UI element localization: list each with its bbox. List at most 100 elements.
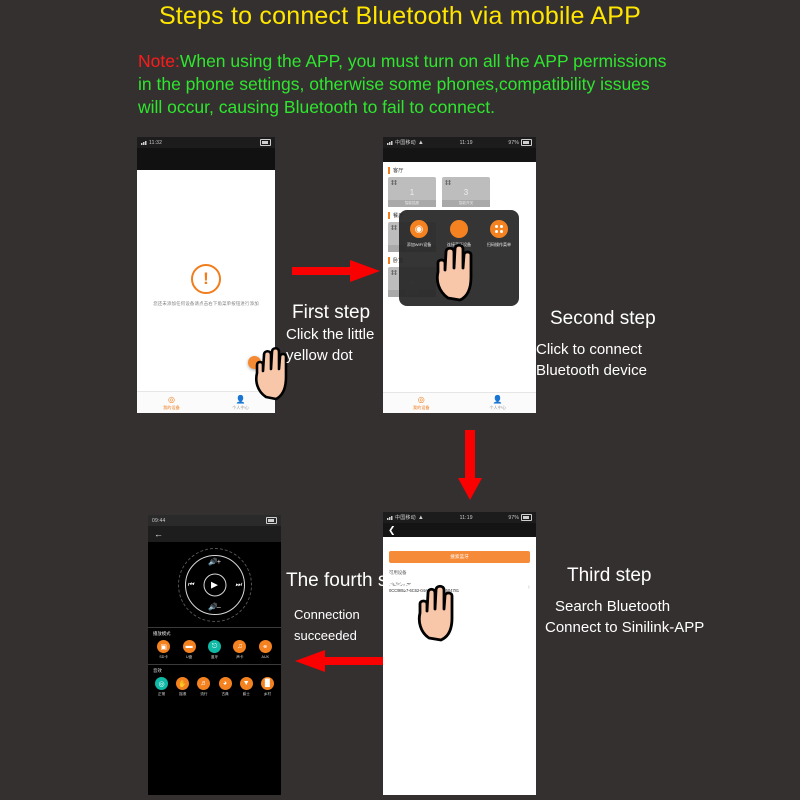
phone1-status-time: 11:32	[149, 139, 163, 146]
carrier-label: 中国移动	[395, 140, 416, 146]
sound-effect-normal[interactable]: ◎ 正常	[153, 677, 170, 697]
phone-screen-step4: 09:44 ← 🔊+ 🔊– ⏮ ⏭ ▶ 播放模式 ▣ SD卡 ▬ U盘 ⎋ 蓝牙 ♫ 声…	[148, 515, 281, 795]
tab-label: 个人中心	[232, 404, 249, 410]
step-caption-second: Second step Click to connect Bluetooth d…	[536, 308, 656, 381]
tab-label: 个人中心	[489, 404, 507, 410]
sound-effect-rock[interactable]: ✋ 摇滚	[174, 677, 191, 697]
play-mode-group: 播放模式 ▣ SD卡 ▬ U盘 ⎋ 蓝牙 ♫ 声卡 ⚭ AUX	[148, 627, 281, 664]
step-line-2: Bluetooth device	[536, 362, 647, 379]
signal-icon	[387, 515, 393, 520]
play-mode-aux[interactable]: ⚭ AUX	[257, 640, 274, 660]
step-line-2: succeeded	[294, 628, 357, 643]
search-bluetooth-button[interactable]: 搜索蓝牙	[389, 551, 530, 563]
phone2-status-bar: 中国移动 ▲ 11:19 97%	[383, 137, 536, 148]
player-control-pad: 🔊+ 🔊– ⏮ ⏭ ▶	[148, 542, 281, 627]
step-line-2: Connect to Sinilink-APP	[545, 619, 705, 636]
step-caption-third: Third step Search Bluetooth Connect to S…	[545, 565, 704, 638]
phone3-status-time: 11:19	[459, 514, 473, 521]
play-mode-title: 播放模式	[153, 631, 171, 636]
empty-state: ! 您还未添加任何设备请点击右下角菜单按钮进行添加	[137, 264, 275, 307]
step-line-1: Click the little	[286, 326, 375, 343]
wifi-icon: ▲	[417, 514, 424, 521]
phone3-header-bar: ❮	[383, 523, 536, 537]
battery-icon	[260, 139, 271, 146]
step-heading: First step	[292, 302, 371, 323]
step-caption-first: First step Click the little yellow dot	[286, 302, 374, 366]
arrow-step2-to-step3	[458, 430, 482, 500]
carrier-label: 中国移动	[395, 515, 416, 521]
empty-state-text: 您还未添加任何设备请点击右下角菜单按钮进行添加	[153, 301, 259, 306]
rock-icon: ✋	[176, 677, 190, 690]
step-line-2: yellow dot	[286, 347, 353, 364]
sound-effect-pop[interactable]: ♬ 流行	[195, 677, 212, 697]
jazz-icon: ▼	[239, 677, 253, 690]
play-icon[interactable]: ▶	[203, 573, 226, 597]
section-accent-bar	[388, 257, 390, 264]
play-mode-usb[interactable]: ▬ U盘	[181, 640, 198, 660]
sidebar-item-profile[interactable]: 👤 个人中心	[232, 395, 249, 411]
page-title: Steps to connect Bluetooth via mobile AP…	[158, 2, 642, 30]
sidebar-item-profile[interactable]: 👤 个人中心	[489, 395, 507, 411]
device-card-row: 1 智能插座 3 智能开关	[383, 177, 536, 207]
add-device-modal: ◉ 添加WIFI设备 连接蓝牙设备 扫码操作菜单	[399, 210, 519, 306]
step-line-1: Search Bluetooth	[555, 598, 671, 615]
arrow-left-icon[interactable]: ←	[154, 529, 163, 539]
pad-outer-ring: 🔊+ 🔊– ⏮ ⏭ ▶	[177, 548, 252, 622]
sidebar-item-my-devices[interactable]: ◎ 我的设备	[163, 395, 180, 411]
bluetooth-dot-icon	[450, 220, 468, 238]
sound-effect-country[interactable]: █ 乡村	[259, 677, 276, 697]
sound-effect-classic[interactable]: ◕ 古典	[217, 677, 234, 697]
phone-screen-step3: 中国移动 ▲ 11:19 97% ❮ 搜索蓝牙 可用设备 Sinilink-APP…	[383, 512, 536, 795]
note-line-2: in the phone settings, otherwise some ph…	[138, 74, 650, 94]
sound-effect-group: 音效 ◎ 正常 ✋ 摇滚 ♬ 流行 ◕ 古典 ▼ 爵士 █ 乡村	[148, 664, 281, 701]
wifi-icon: ◉	[410, 220, 428, 238]
device-icon: ◎	[417, 394, 425, 404]
section-accent-bar	[388, 212, 390, 219]
classic-icon: ◕	[218, 677, 232, 690]
modal-option-connect-bluetooth[interactable]: 连接蓝牙设备	[441, 220, 477, 248]
modal-option-add-wifi[interactable]: ◉ 添加WIFI设备	[401, 220, 437, 248]
play-mode-bluetooth[interactable]: ⎋ 蓝牙	[206, 640, 223, 660]
exclamation-icon: !	[191, 264, 221, 294]
sidebar-item-my-devices[interactable]: ◎ 我的设备	[413, 394, 430, 411]
note-line-1: When using the APP, you must turn on all…	[179, 51, 667, 71]
aux-jack-icon: ⚭	[258, 640, 272, 653]
phone1-content: ! 您还未添加任何设备请点击右下角菜单按钮进行添加	[137, 170, 275, 391]
note-block: Note:When using the APP, you must turn o…	[138, 50, 678, 119]
section-title: 客厅	[393, 168, 404, 174]
phone1-header-bar	[137, 148, 275, 170]
music-note-icon: ♫	[233, 640, 247, 653]
country-icon: █	[260, 677, 274, 690]
battery-icon	[521, 139, 532, 146]
poster-root: Steps to connect Bluetooth via mobile AP…	[0, 0, 800, 800]
sound-effect-title: 音效	[153, 668, 162, 673]
wifi-icon: ▲	[417, 139, 424, 146]
phone2-tab-bar: ◎ 我的设备 👤 个人中心	[383, 392, 536, 413]
note-label: Note:	[138, 51, 180, 71]
play-mode-soundcard[interactable]: ♫ 声卡	[231, 640, 248, 660]
battery-percent: 97%	[508, 514, 519, 521]
step-line-1: Click to connect	[536, 341, 642, 358]
phone3-status-bar: 中国移动 ▲ 11:19 97%	[383, 512, 536, 523]
chevron-left-icon[interactable]: ❮	[388, 525, 396, 536]
add-device-fab[interactable]	[248, 356, 261, 369]
phone-screen-step1: 11:32 ! 您还未添加任何设备请点击右下角菜单按钮进行添加 ◎ 我的设备 👤…	[137, 137, 275, 413]
chevron-right-icon: ›	[527, 584, 530, 591]
device-card[interactable]: 1 智能插座	[388, 177, 436, 207]
section-header: 客厅	[388, 167, 536, 174]
arrow-step1-to-step2	[292, 260, 380, 282]
phone2-content: 客厅 1智能插座 3智能开关 餐厅 2智能插座 卧室 4智能开关 ◉ 添加WIF…	[383, 162, 536, 394]
device-card[interactable]: 3 智能开关	[442, 177, 490, 207]
modal-option-label: 连接蓝牙设备	[447, 242, 471, 247]
step-heading: Third step	[567, 565, 652, 586]
note-line-3: will occur, causing Bluetooth to fail to…	[138, 97, 496, 117]
sound-effect-jazz[interactable]: ▼ 爵士	[238, 677, 255, 697]
phone-screen-step2: 中国移动▲ 11:19 97% 客厅 1智能插座 3智能开关 餐厅 2智能插座 …	[383, 137, 536, 413]
pop-icon: ♬	[197, 677, 211, 690]
modal-option-scan-menu[interactable]: 扫码操作菜单	[481, 220, 517, 248]
modal-page-dot	[457, 297, 461, 300]
signal-icon	[141, 140, 147, 145]
phone1-tab-bar: ◎ 我的设备 👤 个人中心	[137, 391, 275, 413]
section-accent-bar	[388, 167, 390, 174]
play-mode-sdcard[interactable]: ▣ SD卡	[155, 640, 172, 660]
